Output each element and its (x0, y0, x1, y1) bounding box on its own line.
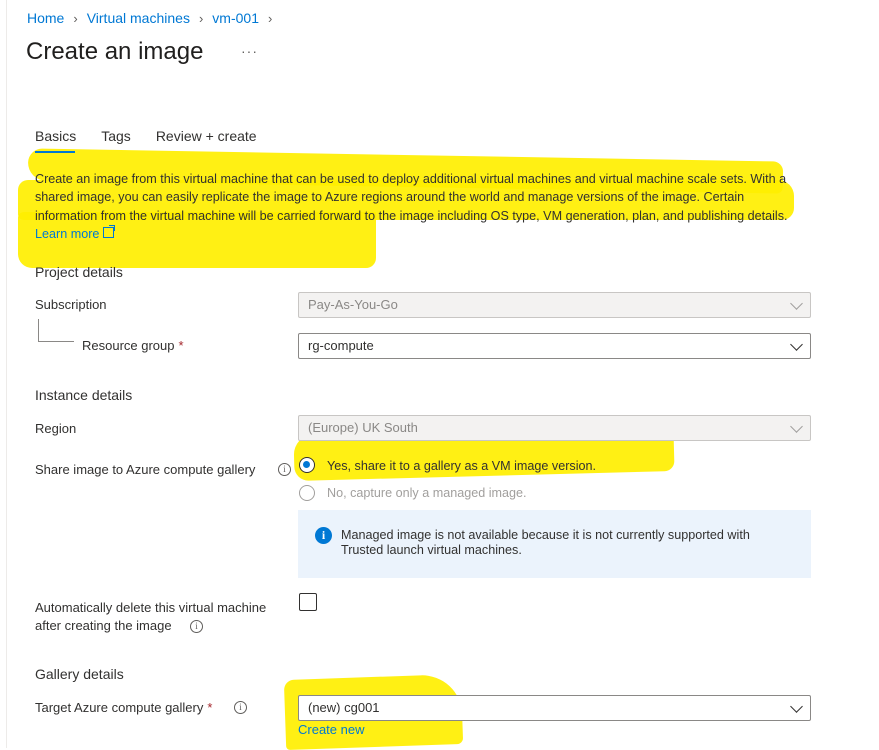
learn-more-link[interactable]: Learn more (35, 224, 116, 241)
page-description: Create an image from this virtual machin… (35, 170, 805, 243)
info-icon: i (315, 527, 332, 544)
info-banner: i Managed image is not available because… (298, 510, 811, 578)
auto-delete-label-2: after creating the image (35, 618, 172, 633)
radio-no-managed (299, 485, 315, 501)
breadcrumb: Home › Virtual machines › vm-001 › (27, 10, 281, 26)
blade-border (6, 0, 7, 748)
tab-bar: Basics Tags Review + create (35, 128, 282, 153)
breadcrumb-home[interactable]: Home (27, 10, 64, 26)
more-actions-button[interactable]: ··· (241, 43, 258, 59)
resource-group-label-text: Resource group (82, 338, 175, 353)
chevron-down-icon (790, 700, 803, 713)
tree-line (38, 319, 39, 341)
share-gallery-label: Share image to Azure compute gallery (35, 462, 256, 477)
chevron-right-icon: › (267, 10, 273, 26)
chevron-right-icon: › (198, 10, 204, 26)
required-mark: * (178, 338, 184, 353)
region-label: Region (35, 421, 77, 436)
chevron-down-icon (790, 297, 803, 310)
instance-details-heading: Instance details (35, 387, 133, 403)
auto-delete-label: Automatically delete this virtual machin… (35, 600, 266, 615)
radio-yes-label[interactable]: Yes, share it to a gallery as a VM image… (327, 459, 596, 473)
required-mark: * (207, 700, 213, 715)
resource-group-select[interactable]: rg-compute (298, 333, 811, 359)
page-title: Create an image (26, 38, 204, 65)
auto-delete-label-line1: Automatically delete this virtual machin… (35, 600, 267, 615)
info-icon[interactable]: i (234, 701, 247, 714)
subscription-label: Subscription (35, 297, 107, 312)
chevron-down-icon (790, 338, 803, 351)
radio-yes-share[interactable] (299, 457, 315, 473)
subscription-value: Pay-As-You-Go (308, 297, 398, 312)
breadcrumb-virtual-machines[interactable]: Virtual machines (87, 10, 190, 26)
resource-group-label: Resource group * (82, 338, 184, 353)
external-link-icon (103, 224, 116, 238)
tree-line (38, 341, 74, 342)
create-new-link[interactable]: Create new (298, 722, 364, 737)
target-gallery-select[interactable]: (new) cg001 (298, 695, 811, 721)
auto-delete-label-line2: after creating the image (35, 618, 172, 633)
chevron-down-icon (790, 420, 803, 433)
description-text: Create an image from this virtual machin… (35, 172, 788, 223)
target-gallery-value: (new) cg001 (308, 700, 380, 715)
subscription-select: Pay-As-You-Go (298, 292, 811, 318)
learn-more-label: Learn more (35, 226, 100, 241)
tab-review-create[interactable]: Review + create (156, 128, 257, 152)
breadcrumb-vm[interactable]: vm-001 (212, 10, 259, 26)
region-select: (Europe) UK South (298, 415, 811, 441)
auto-delete-checkbox[interactable] (299, 593, 317, 611)
tab-basics[interactable]: Basics (35, 128, 76, 153)
project-details-heading: Project details (35, 264, 123, 280)
radio-no-label: No, capture only a managed image. (327, 486, 527, 500)
info-icon[interactable]: i (278, 463, 291, 476)
gallery-details-heading: Gallery details (35, 666, 124, 682)
target-gallery-label: Target Azure compute gallery * (35, 700, 212, 715)
info-icon[interactable]: i (190, 620, 203, 633)
chevron-right-icon: › (73, 10, 78, 26)
region-value: (Europe) UK South (308, 420, 418, 435)
resource-group-value: rg-compute (308, 338, 374, 353)
info-banner-text: Managed image is not available because i… (341, 528, 750, 557)
tab-tags[interactable]: Tags (101, 128, 131, 152)
target-gallery-label-text: Target Azure compute gallery (35, 700, 204, 715)
